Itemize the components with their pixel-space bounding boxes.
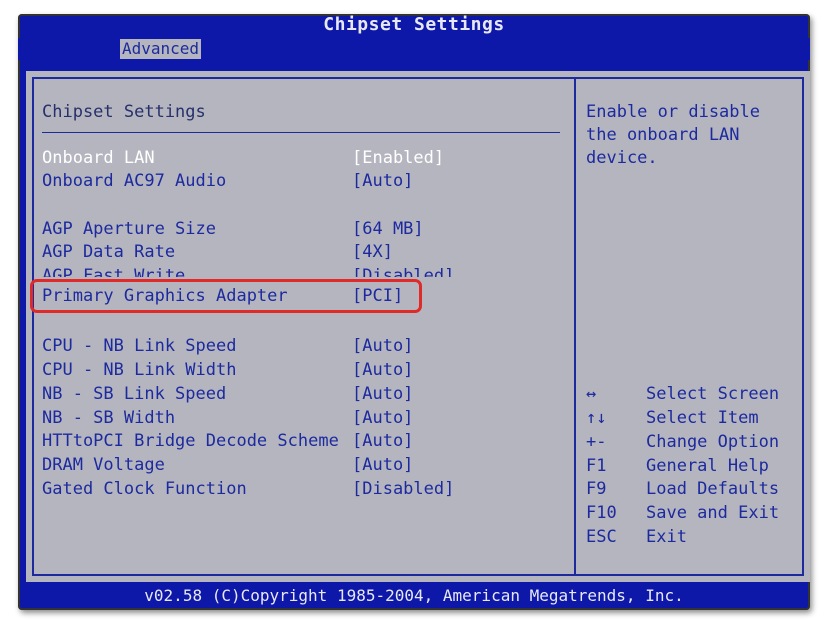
setting-label: Onboard AC97 Audio [42,171,227,191]
setting-value[interactable]: [Disabled] [352,478,454,501]
bios-screen: Chipset Settings Advanced Chipset Settin… [18,14,810,610]
setting-label: AGP Fast Write [42,266,186,277]
key-description: Save and Exit [646,503,780,523]
setting-cpu-nb-link-speed[interactable]: CPU - NB Link Speed [Auto] [42,335,542,358]
f10-key: F10 [586,503,617,523]
content-panel: Chipset Settings Onboard LAN [Enabled] O… [26,71,810,582]
setting-label: AGP Aperture Size [42,219,216,239]
setting-nb-sb-link-speed[interactable]: NB - SB Link Speed [Auto] [42,383,542,406]
setting-nb-sb-width[interactable]: NB - SB Width [Auto] [42,407,542,430]
setting-value[interactable]: [Auto] [352,170,413,193]
setting-value[interactable]: [Auto] [352,335,413,358]
setting-label: Gated Clock Function [42,479,247,499]
key-description: Select Item [646,408,759,428]
setting-onboard-lan[interactable]: Onboard LAN [Enabled] [42,147,542,170]
key-description: Exit [646,527,687,547]
tab-advanced[interactable]: Advanced [120,39,202,59]
setting-gated-clock-function[interactable]: Gated Clock Function [Disabled] [42,478,542,501]
highlight-outline [30,279,422,313]
setting-value[interactable]: [Enabled] [352,147,444,170]
setting-value[interactable]: [4X] [352,241,393,264]
setting-value[interactable]: [Auto] [352,359,413,382]
setting-onboard-ac97-audio[interactable]: Onboard AC97 Audio [Auto] [42,170,542,193]
tab-bar: Advanced [18,38,810,60]
key-legend-row: ↑↓ Select Item [586,407,796,430]
key-legend-row: +- Change Option [586,431,796,454]
setting-value[interactable]: [Auto] [352,383,413,406]
setting-label: CPU - NB Link Width [42,360,237,380]
setting-dram-voltage[interactable]: DRAM Voltage [Auto] [42,454,542,477]
setting-value[interactable]: [64 MB] [352,218,424,241]
up-down-arrow-icon: ↑↓ [586,408,607,428]
key-description: Change Option [646,432,780,452]
key-description: Load Defaults [646,479,780,499]
esc-key: ESC [586,527,617,547]
section-divider [42,132,560,133]
section-title: Chipset Settings [42,102,206,122]
setting-label: CPU - NB Link Speed [42,336,237,356]
setting-value[interactable]: [Auto] [352,407,413,430]
left-right-arrow-icon: ↔ [586,384,597,404]
setting-label: DRAM Voltage [42,455,165,475]
setting-cpu-nb-link-width[interactable]: CPU - NB Link Width [Auto] [42,359,542,382]
setting-label: Onboard LAN [42,148,155,168]
setting-agp-data-rate[interactable]: AGP Data Rate [4X] [42,241,542,264]
setting-httopci-bridge-decode-scheme[interactable]: HTTtoPCI Bridge Decode Scheme [Auto] [42,430,542,453]
setting-agp-fast-write[interactable]: AGP Fast Write [Disabled] [42,265,542,277]
key-legend-row: F10 Save and Exit [586,502,796,525]
key-description: Select Screen [646,384,780,404]
setting-label: HTTtoPCI Bridge Decode Scheme [42,431,339,451]
plus-minus-key: +- [586,432,607,452]
f9-key: F9 [586,479,607,499]
key-legend-row: ↔ Select Screen [586,383,796,406]
setting-value[interactable]: [Disabled] [352,265,454,277]
help-text: Enable or disable the onboard LAN device… [586,102,760,168]
key-legend-row: ESC Exit [586,526,796,549]
setting-label: NB - SB Width [42,408,176,428]
setting-value[interactable]: [Auto] [352,454,413,477]
key-legend-row: F1 General Help [586,455,796,478]
key-legend-row: F9 Load Defaults [586,478,796,501]
setting-agp-aperture-size[interactable]: AGP Aperture Size [64 MB] [42,218,542,241]
setting-label: NB - SB Link Speed [42,384,227,404]
setting-label: AGP Data Rate [42,242,176,262]
window-title: Chipset Settings [323,14,505,35]
setting-value[interactable]: [Auto] [352,430,413,453]
copyright-footer: v02.58 (C)Copyright 1985-2004, American … [144,586,684,605]
key-description: General Help [646,456,769,476]
f1-key: F1 [586,456,607,476]
